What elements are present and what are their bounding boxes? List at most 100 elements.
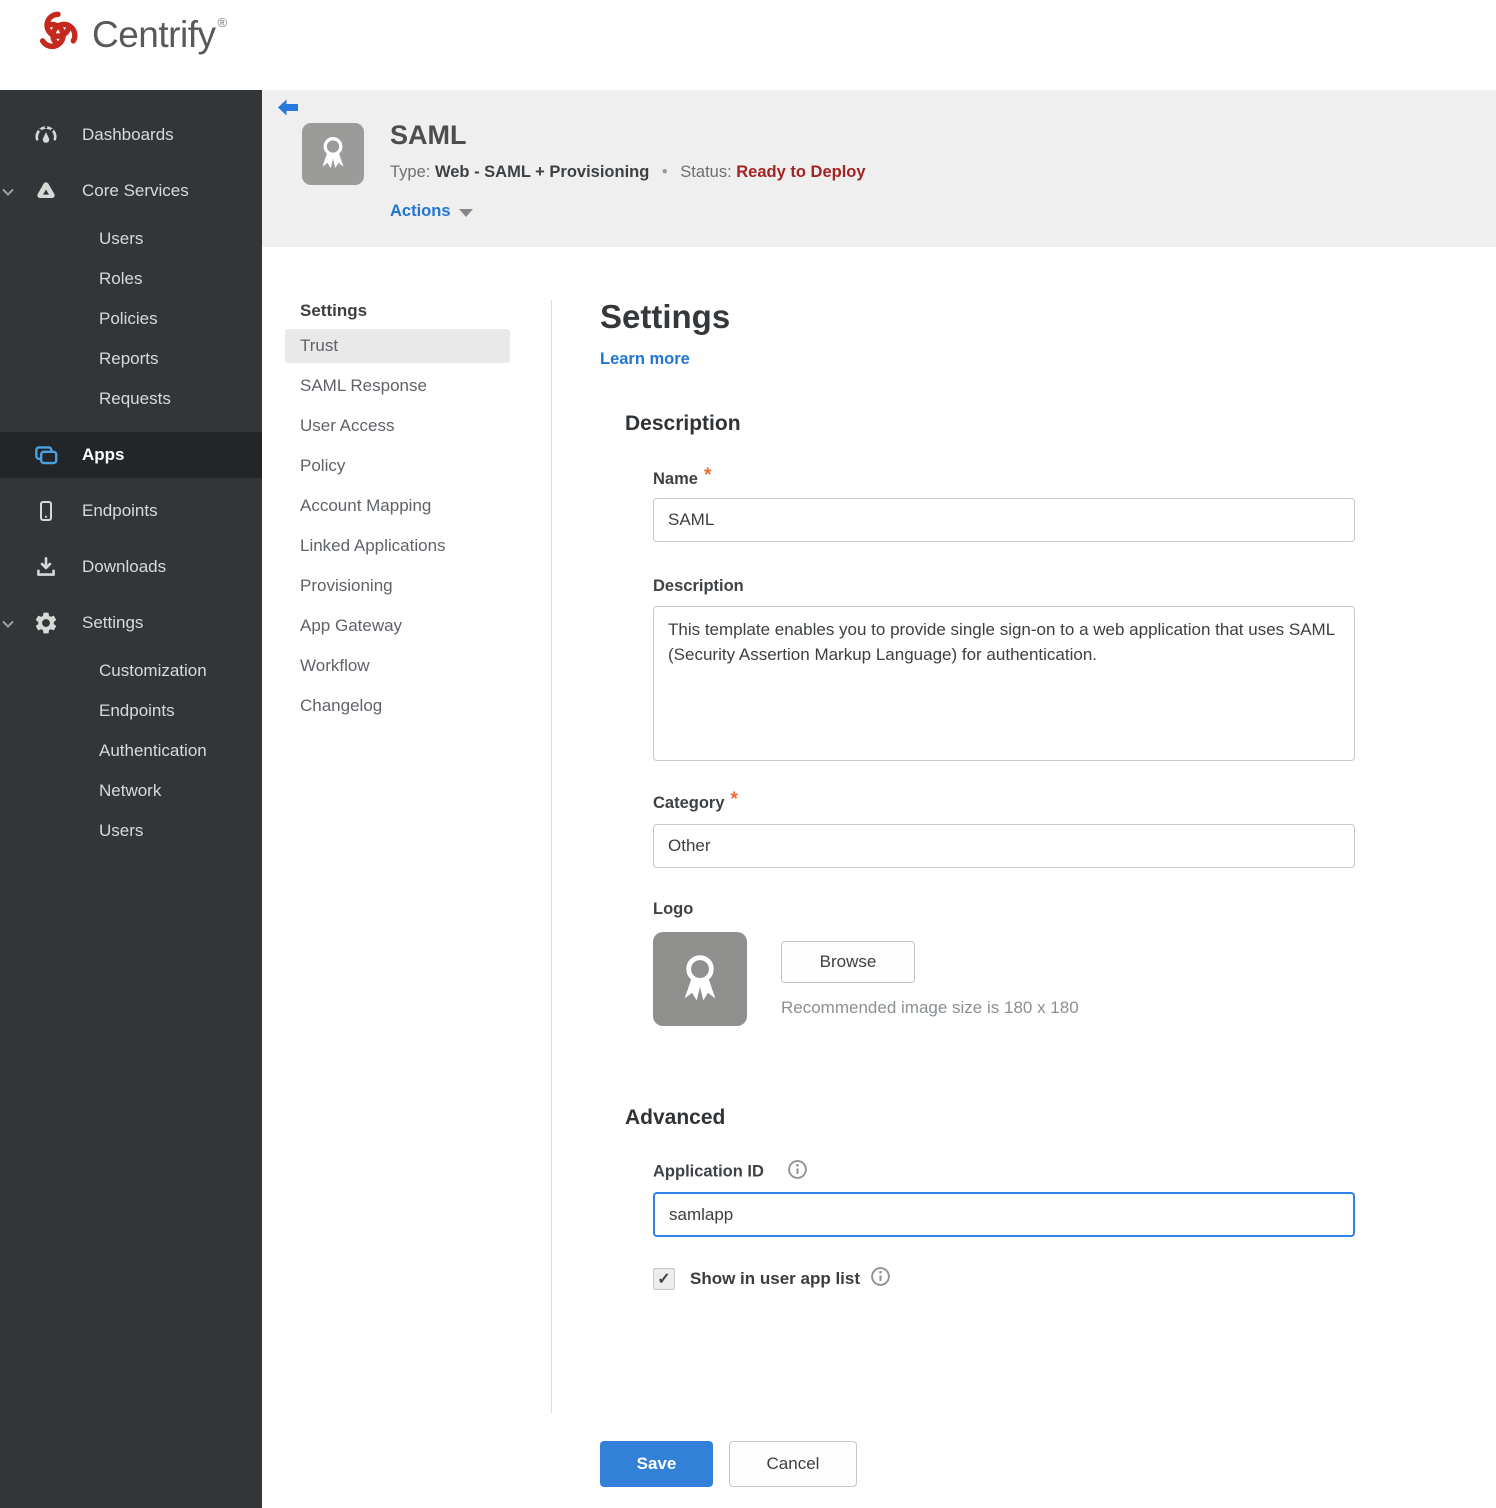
sidebar-subitem-label: Roles — [99, 269, 143, 288]
sidebar-item-users[interactable]: Users — [0, 219, 262, 259]
brand-name: Centrify — [92, 13, 216, 55]
application-id-label: Application ID — [653, 1159, 808, 1185]
registered-mark: ® — [217, 15, 228, 30]
app-header: SAML Type: Web - SAML + Provisioning • S… — [262, 90, 1496, 247]
sidebar-item-label: Core Services — [82, 181, 189, 200]
sidebar-item-dashboards[interactable]: Dashboards — [0, 107, 262, 163]
sidebar-item-downloads[interactable]: Downloads — [0, 539, 262, 595]
name-label: Name * — [653, 465, 712, 490]
chevron-down-icon[interactable] — [2, 613, 14, 633]
sidebar-item-core-services[interactable]: Core Services — [0, 163, 262, 219]
back-arrow-icon[interactable] — [276, 98, 300, 118]
sidebar-subitem-label: Policies — [99, 309, 158, 328]
sidebar-item-settings-users[interactable]: Users — [0, 811, 262, 851]
top-bar: Centrify ® — [0, 0, 1496, 90]
ribbon-badge-icon — [311, 130, 355, 179]
sidebar-subitem-label: Reports — [99, 349, 159, 368]
cancel-button[interactable]: Cancel — [729, 1441, 857, 1487]
vertical-divider — [551, 300, 552, 1413]
app-meta: Type: Web - SAML + Provisioning • Status… — [390, 163, 866, 182]
info-icon[interactable] — [870, 1266, 891, 1292]
description-textarea[interactable]: This template enables you to provide sin… — [653, 606, 1355, 761]
info-icon[interactable] — [787, 1159, 808, 1185]
sidebar-subitem-label: Users — [99, 821, 144, 840]
sidebar-subitem-label: Endpoints — [99, 701, 175, 720]
description-section-heading: Description — [625, 412, 741, 435]
status-value: Ready to Deploy — [736, 163, 866, 181]
subnav-item-account-mapping[interactable]: Account Mapping — [285, 486, 510, 526]
sidebar-item-requests[interactable]: Requests — [0, 379, 262, 419]
type-label: Type: — [390, 163, 431, 181]
chevron-down-icon[interactable] — [2, 181, 14, 201]
centrify-logo: Centrify ® — [33, 7, 227, 62]
sidebar-item-policies[interactable]: Policies — [0, 299, 262, 339]
category-label-text: Category — [653, 794, 725, 812]
sidebar-item-label: Dashboards — [82, 125, 174, 144]
download-icon — [30, 554, 62, 580]
sidebar-item-apps[interactable]: Apps — [0, 432, 262, 478]
show-in-user-app-list-label: Show in user app list — [690, 1269, 861, 1288]
actions-dropdown[interactable]: Actions — [390, 202, 473, 221]
sidebar-subitem-label: Users — [99, 229, 144, 248]
type-value: Web - SAML + Provisioning — [434, 163, 650, 181]
sidebar-item-customization[interactable]: Customization — [0, 651, 262, 691]
show-in-user-app-list-checkbox[interactable]: ✓ — [653, 1268, 675, 1290]
description-label: Description — [653, 577, 744, 595]
required-asterisk: * — [730, 789, 738, 810]
apps-icon — [30, 442, 62, 468]
browse-button[interactable]: Browse — [781, 941, 915, 983]
sidebar-item-label: Apps — [82, 445, 125, 464]
sidebar-item-reports[interactable]: Reports — [0, 339, 262, 379]
gauge-icon — [30, 122, 62, 148]
sidebar-item-label: Settings — [82, 613, 144, 632]
show-in-user-app-list-row: ✓ Show in user app list — [653, 1266, 891, 1292]
subnav-item-linked-applications[interactable]: Linked Applications — [285, 526, 510, 566]
gear-icon — [30, 610, 62, 636]
ribbon-badge-icon — [668, 945, 732, 1014]
name-label-text: Name — [653, 470, 698, 488]
sidebar-item-endpoints[interactable]: Endpoints — [0, 483, 262, 539]
centrify-swirl-icon — [33, 7, 83, 62]
save-button[interactable]: Save — [600, 1441, 713, 1487]
app-logo — [302, 123, 364, 185]
application-id-label-text: Application ID — [653, 1162, 764, 1181]
sidebar-item-settings-endpoints[interactable]: Endpoints — [0, 691, 262, 731]
sidebar-item-settings[interactable]: Settings — [0, 595, 262, 651]
name-input[interactable] — [653, 498, 1355, 542]
page-title: Settings — [600, 298, 731, 335]
meta-separator: • — [661, 163, 668, 181]
logo-size-hint: Recommended image size is 180 x 180 — [781, 998, 1079, 1017]
sidebar-item-authentication[interactable]: Authentication — [0, 731, 262, 771]
phone-icon — [30, 498, 62, 524]
application-id-input[interactable] — [653, 1192, 1355, 1237]
advanced-section-heading: Advanced — [625, 1106, 726, 1129]
sidebar-item-label: Downloads — [82, 557, 167, 576]
sidebar-item-network[interactable]: Network — [0, 771, 262, 811]
sidebar-item-roles[interactable]: Roles — [0, 259, 262, 299]
learn-more-link[interactable]: Learn more — [600, 350, 690, 369]
category-label: Category * — [653, 789, 738, 814]
sidebar-subitem-label: Requests — [99, 389, 171, 408]
app-title: SAML — [390, 120, 467, 150]
sidebar-item-label: Endpoints — [82, 501, 158, 520]
settings-subnav: Settings Trust SAML Response User Access… — [285, 296, 510, 726]
status-label: Status: — [680, 163, 732, 181]
sidebar-subitem-label: Network — [99, 781, 162, 800]
sidebar-subitem-label: Authentication — [99, 741, 207, 760]
subnav-item-user-access[interactable]: User Access — [285, 406, 510, 446]
subnav-item-policy[interactable]: Policy — [285, 446, 510, 486]
sidebar-subitem-label: Customization — [99, 661, 207, 680]
subnav-item-trust[interactable]: Trust — [285, 329, 510, 363]
subnav-item-changelog[interactable]: Changelog — [285, 686, 510, 726]
subnav-item-provisioning[interactable]: Provisioning — [285, 566, 510, 606]
subnav-item-saml-response[interactable]: SAML Response — [285, 366, 510, 406]
required-asterisk: * — [703, 465, 712, 486]
actions-label: Actions — [390, 202, 451, 220]
subnav-item-workflow[interactable]: Workflow — [285, 646, 510, 686]
sidebar: Dashboards Core Services Users Roles Pol… — [0, 90, 262, 1508]
network-icon — [30, 178, 62, 204]
caret-down-icon — [458, 209, 473, 217]
logo-preview — [653, 932, 747, 1026]
category-input[interactable] — [653, 824, 1355, 868]
subnav-item-app-gateway[interactable]: App Gateway — [285, 606, 510, 646]
